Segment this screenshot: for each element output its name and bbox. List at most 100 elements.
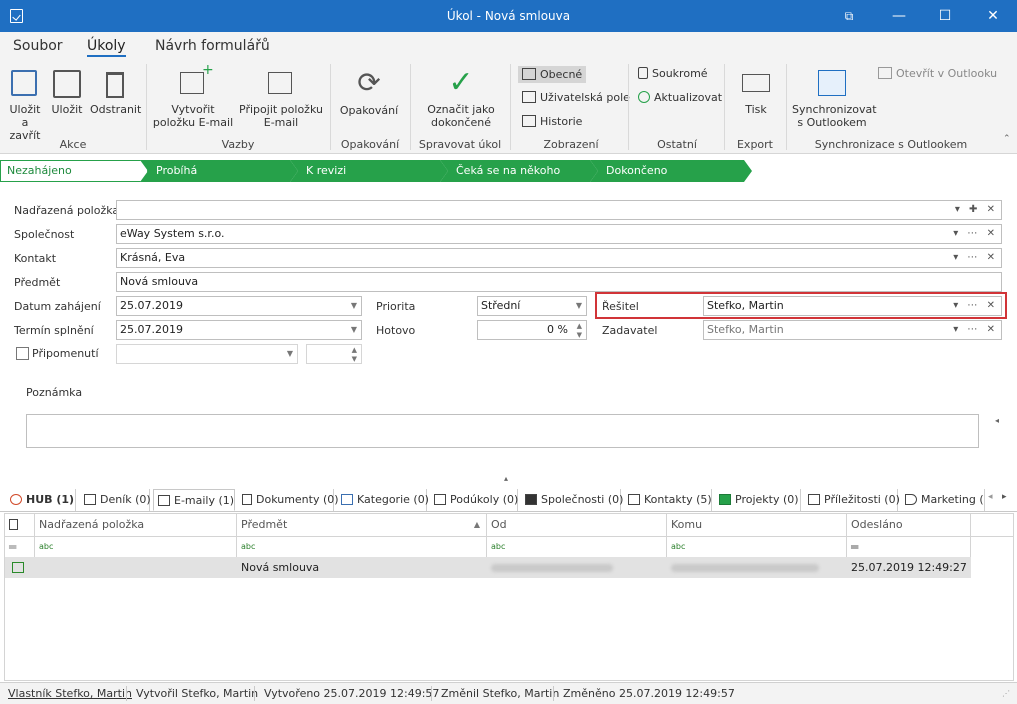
view-history-button[interactable]: Historie bbox=[522, 115, 582, 128]
stage-dokonceno[interactable]: Dokončeno bbox=[590, 160, 752, 182]
tab-kategorie[interactable]: Kategorie (0) bbox=[337, 489, 429, 511]
group-label-spravovat: Spravovat úkol bbox=[418, 138, 502, 151]
document-icon bbox=[242, 494, 252, 505]
grid-header-sent[interactable]: Odesláno bbox=[847, 514, 971, 536]
group-label-zobrazeni: Zobrazení bbox=[543, 138, 599, 151]
stage-k-revizi[interactable]: K revizi bbox=[290, 160, 448, 182]
maximize-button[interactable]: ☐ bbox=[922, 0, 968, 32]
tab-podukoly[interactable]: Podúkoly (0) bbox=[430, 489, 518, 511]
parent-field[interactable]: ▾ ✚ ✕ bbox=[116, 200, 1002, 220]
filter-row-icon[interactable]: ═ bbox=[5, 537, 35, 557]
filter-to[interactable]: abc bbox=[667, 537, 847, 557]
contact-field[interactable]: Krásná, Eva ▾ ⋯ ✕ bbox=[116, 248, 1002, 268]
open-outlook-button[interactable]: Otevřít v Outlooku bbox=[878, 67, 997, 80]
assigner-field[interactable]: Stefko, Martin ▾ ⋯ ✕ bbox=[703, 320, 1002, 340]
private-button[interactable]: Soukromé bbox=[638, 67, 708, 80]
printer-icon bbox=[742, 74, 770, 92]
delete-button[interactable]: Odstranit bbox=[90, 66, 141, 116]
filter-sent[interactable]: ═ bbox=[847, 537, 971, 557]
grid-header-to[interactable]: Komu bbox=[667, 514, 847, 536]
stage-probiha[interactable]: Probíhá bbox=[140, 160, 298, 182]
row-parent bbox=[35, 557, 237, 578]
general-icon bbox=[522, 68, 536, 80]
update-button[interactable]: Aktualizovat bbox=[638, 91, 722, 104]
chevron-down-icon[interactable]: ▼ bbox=[576, 297, 582, 315]
due-date-field[interactable]: 25.07.2019 ▼ bbox=[116, 320, 362, 340]
grid-header-subject[interactable]: Předmět ▲ bbox=[237, 514, 487, 536]
repeat-button[interactable]: ⟳ Opakování bbox=[336, 66, 402, 117]
grid-header-parent[interactable]: Nadřazená položka bbox=[35, 514, 237, 536]
tab-hub[interactable]: HUB (1) bbox=[6, 489, 76, 511]
tabs-scroll-right-icon[interactable]: ▸ bbox=[1002, 492, 1007, 502]
tab-soubor[interactable]: Soubor bbox=[13, 38, 63, 54]
sync-outlook-button[interactable]: Synchronizovat s Outlookem bbox=[792, 66, 877, 129]
priority-select[interactable]: Střední ▼ bbox=[477, 296, 587, 316]
tab-prilezitosti[interactable]: Příležitosti (0) bbox=[804, 489, 900, 511]
spin-icon[interactable]: ▲ ▼ bbox=[577, 322, 582, 339]
view-user-fields-button[interactable]: Uživatelská pole bbox=[522, 91, 630, 104]
chevron-down-icon[interactable]: ▼ bbox=[351, 321, 357, 339]
group-label-opakovani: Opakování bbox=[340, 138, 400, 151]
grid-header-type[interactable] bbox=[5, 514, 35, 536]
parent-field-actions[interactable]: ▾ ✚ ✕ bbox=[955, 201, 998, 219]
mark-done-button[interactable]: ✓ Označit jako dokončené bbox=[418, 66, 504, 130]
tab-marketing[interactable]: Marketing ( bbox=[901, 489, 985, 511]
resize-grip-icon[interactable]: ⋰ bbox=[1002, 689, 1010, 698]
tab-spolecnosti[interactable]: Společnosti (0) bbox=[521, 489, 623, 511]
close-button[interactable]: ✕ bbox=[970, 0, 1016, 32]
save-button[interactable]: Uložit bbox=[50, 66, 84, 116]
attach-email-button[interactable]: Připojit položku E-mail bbox=[238, 66, 324, 129]
group-label-ostatni: Ostatní bbox=[657, 138, 697, 151]
grid-header-from[interactable]: Od bbox=[487, 514, 667, 536]
minimize-button[interactable]: — bbox=[876, 0, 922, 32]
contact-card-icon bbox=[628, 494, 640, 505]
company-field-actions[interactable]: ▾ ⋯ ✕ bbox=[953, 225, 998, 243]
done-percent-stepper[interactable]: 0 % ▲ ▼ bbox=[477, 320, 587, 340]
floppy-icon bbox=[53, 70, 81, 98]
create-email-button[interactable]: + Vytvořit položku E-mail bbox=[150, 63, 236, 129]
view-general-button[interactable]: Obecné bbox=[518, 66, 587, 83]
reminder-checkbox[interactable] bbox=[16, 347, 29, 360]
contact-field-actions[interactable]: ▾ ⋯ ✕ bbox=[953, 249, 998, 267]
splitter-up-icon[interactable]: ▴ bbox=[504, 474, 508, 483]
priority-label: Priorita bbox=[376, 300, 416, 313]
solver-field[interactable]: Stefko, Martin ▾ ⋯ ✕ bbox=[703, 296, 1002, 316]
solver-field-actions[interactable]: ▾ ⋯ ✕ bbox=[953, 297, 998, 315]
ribbon-collapse-icon[interactable]: ⌃ bbox=[1003, 134, 1011, 144]
project-icon bbox=[719, 494, 731, 505]
subject-input[interactable]: Nová smlouva bbox=[116, 272, 1002, 292]
tab-projekty[interactable]: Projekty (0) bbox=[715, 489, 801, 511]
stage-nezahajeno[interactable]: Nezahájeno bbox=[0, 160, 148, 182]
status-bar: Vlastník Stefko, Martin Vytvořil Stefko,… bbox=[0, 682, 1017, 704]
title-bar: Úkol - Nová smlouva ⧉ — ☐ ✕ bbox=[0, 0, 1017, 32]
status-owner-link[interactable]: Vlastník Stefko, Martin bbox=[8, 687, 132, 700]
tabs-scroll-left-icon[interactable]: ◂ bbox=[988, 492, 993, 502]
tab-dokumenty[interactable]: Dokumenty (0) bbox=[238, 489, 339, 511]
chevron-down-icon[interactable]: ▼ bbox=[287, 345, 293, 363]
expand-left-icon[interactable]: ◂ bbox=[995, 416, 999, 425]
start-date-field[interactable]: 25.07.2019 ▼ bbox=[116, 296, 362, 316]
tab-emaily[interactable]: E-maily (1) bbox=[153, 489, 235, 511]
spin-icon[interactable]: ▲ ▼ bbox=[352, 346, 357, 363]
print-button[interactable]: Tisk bbox=[734, 66, 778, 116]
group-label-vazby: Vazby bbox=[221, 138, 255, 151]
note-textarea[interactable] bbox=[26, 414, 979, 448]
tab-navrh-formularu[interactable]: Návrh formulářů bbox=[155, 38, 270, 54]
reminder-time-stepper[interactable]: ▲ ▼ bbox=[306, 344, 362, 364]
save-close-button[interactable]: Uložit a zavřít bbox=[5, 66, 45, 142]
filter-from[interactable]: abc bbox=[487, 537, 667, 557]
tab-ukoly[interactable]: Úkoly bbox=[87, 38, 126, 57]
assigner-field-actions[interactable]: ▾ ⋯ ✕ bbox=[953, 321, 998, 339]
row-sent: 25.07.2019 12:49:27 bbox=[851, 561, 967, 574]
subject-label: Předmět bbox=[14, 276, 61, 289]
company-field[interactable]: eWay System s.r.o. ▾ ⋯ ✕ bbox=[116, 224, 1002, 244]
filter-subject[interactable]: abc bbox=[237, 537, 487, 557]
tab-denik[interactable]: Deník (0) bbox=[80, 489, 151, 511]
group-separator bbox=[510, 64, 511, 150]
reminder-date-field[interactable]: ▼ bbox=[116, 344, 298, 364]
restore-icon[interactable]: ⧉ bbox=[826, 0, 872, 32]
stage-ceka-se[interactable]: Čeká se na někoho dalšího bbox=[440, 160, 598, 182]
filter-parent[interactable]: abc bbox=[35, 537, 237, 557]
chevron-down-icon[interactable]: ▼ bbox=[351, 297, 357, 315]
tab-kontakty[interactable]: Kontakty (5) bbox=[624, 489, 712, 511]
